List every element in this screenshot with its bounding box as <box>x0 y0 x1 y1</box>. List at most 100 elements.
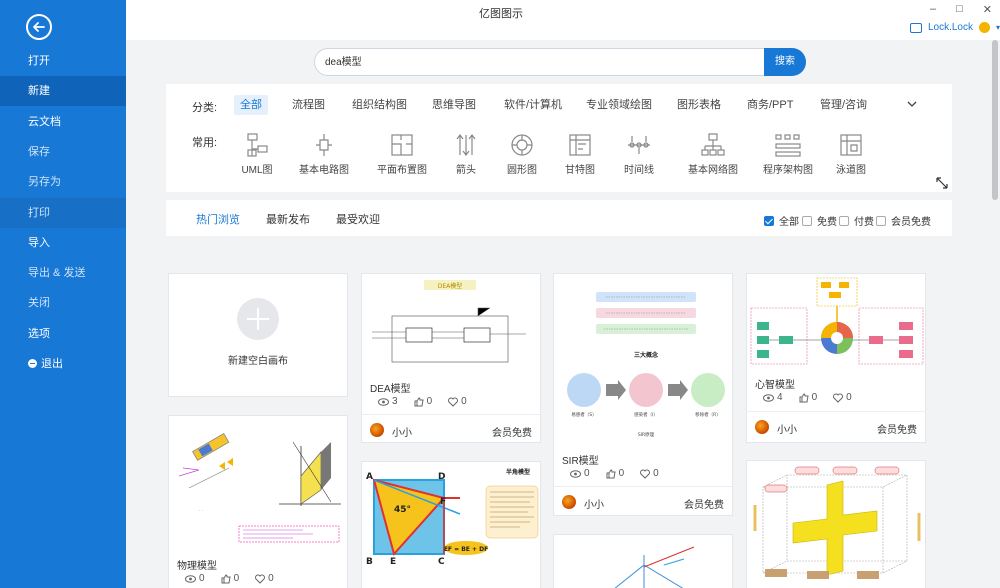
new-blank-label: 新建空白画布 <box>228 356 288 367</box>
views-icon: 3 <box>378 396 398 407</box>
swimlane-icon <box>840 134 862 156</box>
template-card-cube[interactable] <box>746 460 926 588</box>
search-box: 搜索 <box>314 48 806 76</box>
filter-free-checkbox[interactable]: 免费 <box>802 213 837 228</box>
filter-paid-checkbox[interactable]: 付费 <box>839 213 874 228</box>
category-tab-org-chart[interactable]: 组织结构图 <box>346 95 413 115</box>
search-button[interactable]: 搜索 <box>764 48 806 76</box>
price-badge: 会员免费 <box>877 425 917 436</box>
user-area[interactable]: Lock.Lock ▾ <box>909 22 1000 33</box>
app-title: 亿图图示 <box>479 8 523 20</box>
template-card-sir[interactable]: 三大概念 易感者（S） 感染者（I） 移除者（R） SIR原理 SIR模型 0 … <box>553 273 733 516</box>
plus-icon[interactable] <box>237 298 279 340</box>
sidebar-item-open[interactable]: 打开 <box>0 46 126 76</box>
arrows-icon <box>456 134 476 156</box>
search-input[interactable] <box>325 55 745 66</box>
maximize-icon[interactable]: □ <box>956 3 963 16</box>
category-tab-software[interactable]: 软件/计算机 <box>498 95 568 115</box>
formula-label: EF = BE + DF <box>444 546 488 553</box>
circuit-icon <box>316 134 332 156</box>
svg-text:移除者（R）: 移除者（R） <box>695 411 721 418</box>
sidebar-item-options[interactable]: 选项 <box>0 319 126 349</box>
template-title[interactable]: DEA模型 <box>370 380 411 395</box>
template-thumbnail: · · <box>169 416 347 551</box>
like-icon[interactable]: 0 <box>799 392 817 403</box>
category-tab-all[interactable]: 全部 <box>234 95 268 115</box>
new-blank-canvas-card[interactable]: 新建空白画布 <box>168 273 348 397</box>
like-icon[interactable]: 0 <box>414 396 432 407</box>
template-card-dea[interactable]: DEA模型 DEA模型 3 0 0 小小 会员免费 <box>361 273 541 443</box>
filter-member-free-checkbox[interactable]: 会员免费 <box>876 213 931 228</box>
template-card-partial[interactable] <box>553 534 733 588</box>
template-card-half-angle[interactable]: A D F B E C 45° 半角模型 EF = BE + DF <box>361 461 541 588</box>
expand-icon[interactable] <box>936 177 948 192</box>
favorite-icon[interactable]: 0 <box>255 573 274 584</box>
template-title[interactable]: SIR模型 <box>562 452 599 467</box>
sidebar-item-cloud-docs[interactable]: 云文档 <box>0 107 126 137</box>
category-tab-business[interactable]: 商务/PPT <box>741 95 799 115</box>
svg-text:感染者（I）: 感染者（I） <box>634 411 658 418</box>
category-tab-flowchart[interactable]: 流程图 <box>286 95 331 115</box>
common-item-uml[interactable]: UML图 <box>222 132 292 176</box>
common-item-program-architecture[interactable]: 程序架构图 <box>753 132 823 176</box>
chat-icon[interactable] <box>909 22 922 33</box>
minimize-icon[interactable]: – <box>930 3 936 16</box>
template-card-physics[interactable]: · · 物理模型 0 0 0 <box>168 415 348 588</box>
sidebar-item-print[interactable]: 打印 <box>0 198 126 228</box>
price-badge: 会员免费 <box>684 500 724 511</box>
favorite-icon[interactable]: 0 <box>833 392 852 403</box>
template-footer: 小小 会员免费 <box>747 411 925 441</box>
filter-all-checkbox[interactable]: 全部 <box>764 213 799 228</box>
category-tab-mind-map[interactable]: 思维导图 <box>426 95 482 115</box>
common-item-floor-plan[interactable]: 平面布置图 <box>367 132 437 176</box>
user-caret-icon[interactable]: ▾ <box>996 23 1000 32</box>
user-name[interactable]: Lock.Lock <box>928 22 973 33</box>
angle-label: 45° <box>394 505 411 515</box>
exit-icon <box>28 359 37 368</box>
author-name[interactable]: 小小 <box>392 424 412 439</box>
favorite-icon[interactable]: 0 <box>448 396 467 407</box>
author-name[interactable]: 小小 <box>777 421 797 436</box>
tab-latest[interactable]: 最新发布 <box>266 211 310 227</box>
avatar[interactable] <box>370 423 384 437</box>
common-item-network[interactable]: 基本网络图 <box>678 132 748 176</box>
avatar[interactable] <box>562 495 576 509</box>
sidebar-item-exit-label: 退出 <box>41 358 63 370</box>
views-icon: 4 <box>763 392 783 403</box>
chevron-down-icon[interactable] <box>906 98 918 112</box>
sidebar-item-save[interactable]: 保存 <box>0 137 126 167</box>
common-item-timeline[interactable]: 时间线 <box>604 132 674 176</box>
category-tab-management[interactable]: 管理/咨询 <box>814 95 873 115</box>
common-item-circuit[interactable]: 基本电路图 <box>289 132 359 176</box>
sidebar-item-save-as[interactable]: 另存为 <box>0 167 126 197</box>
vip-badge-icon <box>978 22 990 33</box>
checkbox-icon[interactable] <box>802 215 812 226</box>
avatar[interactable] <box>755 420 769 434</box>
template-title[interactable]: 心智模型 <box>755 376 795 391</box>
checkbox-icon[interactable] <box>764 215 774 226</box>
sidebar-item-close[interactable]: 关闭 <box>0 288 126 318</box>
sidebar-item-export-send[interactable]: 导出 & 发送 <box>0 258 126 288</box>
sidebar-item-import[interactable]: 导入 <box>0 228 126 258</box>
sidebar-item-exit[interactable]: 退出 <box>0 349 126 379</box>
checkbox-icon[interactable] <box>876 215 886 226</box>
sidebar-item-new[interactable]: 新建 <box>0 76 126 106</box>
back-arrow-icon[interactable] <box>26 14 52 40</box>
tab-hot[interactable]: 热门浏览 <box>196 211 240 227</box>
favorite-icon[interactable]: 0 <box>640 468 659 479</box>
close-icon[interactable]: ✕ <box>983 3 992 16</box>
tab-popular[interactable]: 最受欢迎 <box>336 211 380 227</box>
category-tab-domain[interactable]: 专业领域绘图 <box>580 95 658 115</box>
template-card-mind-model[interactable]: 心智模型 4 0 0 小小 会员免费 <box>746 273 926 443</box>
checkbox-icon[interactable] <box>839 215 849 226</box>
filter-bar: 热门浏览 最新发布 最受欢迎 全部 免费 付费 会员免费 <box>166 200 952 236</box>
circle-chart-icon <box>511 134 533 156</box>
vertical-scrollbar[interactable] <box>990 40 1000 588</box>
common-item-swimlane[interactable]: 泳道图 <box>816 132 886 176</box>
category-tab-tables[interactable]: 图形表格 <box>671 95 727 115</box>
like-icon[interactable]: 0 <box>606 468 624 479</box>
like-icon[interactable]: 0 <box>221 573 239 584</box>
author-name[interactable]: 小小 <box>584 496 604 511</box>
template-title[interactable]: 物理模型 <box>177 557 217 572</box>
scrollbar-thumb[interactable] <box>992 40 998 200</box>
